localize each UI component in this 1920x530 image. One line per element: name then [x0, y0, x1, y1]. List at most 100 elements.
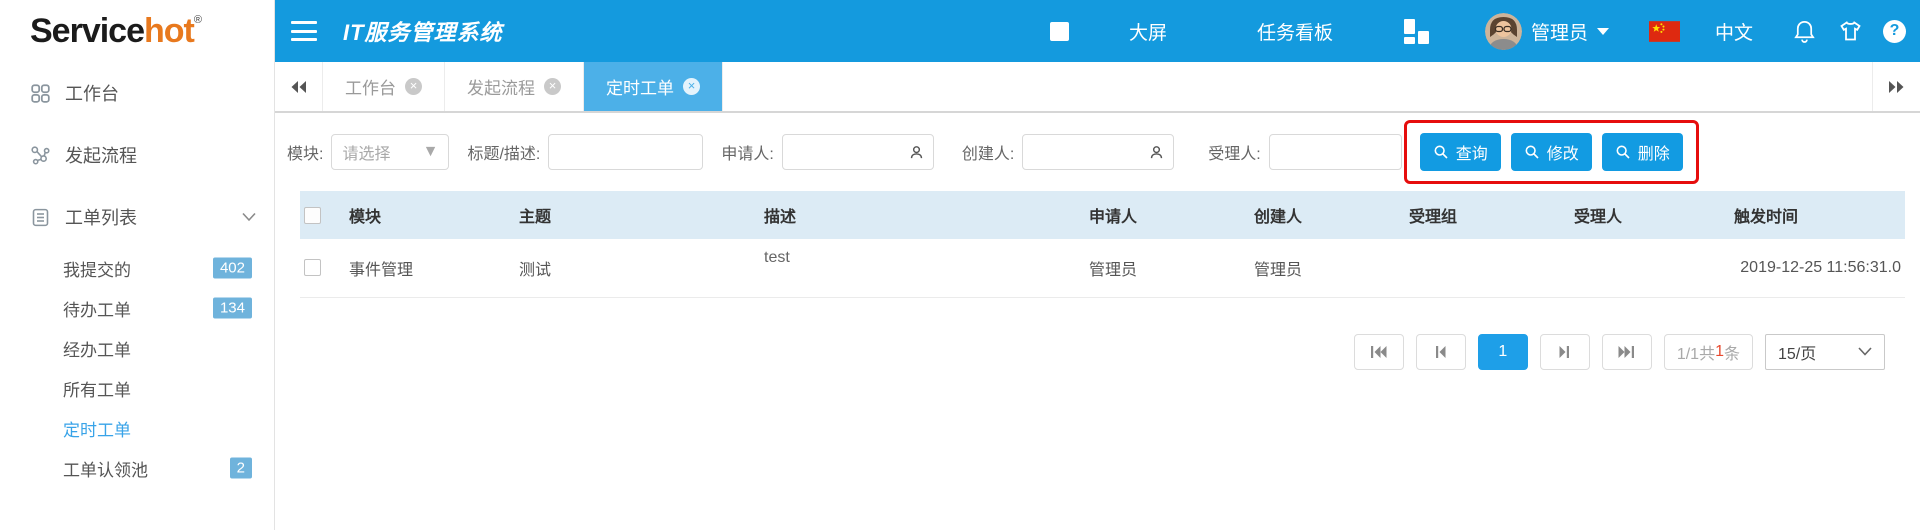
hamburger-menu-icon[interactable]	[291, 21, 317, 41]
cell-subject: 测试	[515, 239, 760, 297]
sidebar: Servicehot® 工作台 发起流程 工单列表 我提交的 402	[0, 0, 275, 530]
page-size-select[interactable]: 15/页	[1765, 334, 1885, 370]
sidebar-item-label: 经办工单	[63, 336, 131, 361]
first-page-button[interactable]	[1354, 334, 1404, 370]
app-root: Servicehot® 工作台 发起流程 工单列表 我提交的 402	[0, 0, 1920, 530]
user-menu[interactable]: 管理员	[1485, 13, 1609, 50]
sidebar-item-label: 所有工单	[63, 376, 131, 401]
delete-button[interactable]: 删除	[1602, 133, 1683, 171]
sidebar-item-label: 发起流程	[65, 142, 137, 168]
tab-label: 定时工单	[606, 74, 674, 99]
brand-logo-text: Servicehot®	[30, 12, 201, 51]
chevron-down-icon[interactable]	[242, 212, 256, 222]
help-icon[interactable]: ?	[1883, 20, 1906, 43]
shirt-icon[interactable]	[1838, 19, 1863, 43]
tab-scroll-left-icon[interactable]	[275, 62, 323, 111]
caret-down-icon	[1597, 28, 1609, 35]
creator-label: 创建人:	[962, 140, 1014, 164]
sidebar-item-label: 定时工单	[63, 416, 131, 441]
col-assignee: 受理人	[1570, 191, 1730, 239]
tab-scroll-right-icon[interactable]	[1872, 62, 1920, 111]
chevron-down-icon	[1858, 347, 1872, 356]
cell-description: test	[760, 239, 1085, 297]
top-header-bar: IT服务管理系统 大屏 任务看板 管理员 中文 ?	[275, 0, 1920, 62]
cell-module: 事件管理	[345, 239, 515, 297]
sidebar-item-handled-tickets[interactable]: 经办工单	[0, 328, 274, 368]
count-badge: 2	[230, 458, 252, 479]
last-page-icon	[1617, 344, 1636, 360]
sidebar-item-ticket-list[interactable]: 工单列表	[0, 186, 274, 248]
table-row[interactable]: 事件管理 测试 test 管理员 管理员 2019-12-25 11:56:31…	[300, 239, 1905, 297]
cell-applicant: 管理员	[1085, 239, 1250, 297]
red-annotation-box: 查询 修改 删除	[1404, 120, 1699, 184]
sidebar-item-label: 工单列表	[65, 204, 137, 230]
delete-button-label: 删除	[1638, 140, 1670, 164]
cell-group	[1405, 239, 1570, 297]
module-select[interactable]: 请选择 ▼	[331, 134, 449, 170]
last-page-button[interactable]	[1602, 334, 1652, 370]
close-icon[interactable]: ×	[544, 78, 561, 95]
sidebar-item-todo-tickets[interactable]: 待办工单 134	[0, 288, 274, 328]
applicant-input[interactable]	[782, 134, 934, 170]
magnifier-icon	[1433, 144, 1449, 160]
title-desc-input[interactable]	[548, 134, 703, 170]
app-title: IT服务管理系统	[343, 15, 503, 47]
assignee-label: 受理人:	[1208, 140, 1260, 164]
close-icon[interactable]: ×	[405, 78, 422, 95]
modify-button[interactable]: 修改	[1511, 133, 1592, 171]
select-all-checkbox[interactable]	[304, 207, 321, 224]
screen-icon[interactable]	[1050, 22, 1069, 41]
sidebar-submenu: 我提交的 402 待办工单 134 经办工单 所有工单 定时工单 工单认领池	[0, 248, 274, 488]
col-trigger-time: 触发时间	[1730, 191, 1905, 239]
ticket-table: 模块 主题 描述 申请人 创建人 受理组 受理人 触发时间 事件管理 测试	[300, 191, 1905, 298]
tab-label: 工作台	[345, 74, 396, 99]
close-icon[interactable]: ×	[683, 78, 700, 95]
username-label: 管理员	[1531, 18, 1588, 45]
col-subject: 主题	[515, 191, 760, 239]
brand-hot: hot	[144, 12, 194, 50]
main-area: IT服务管理系统 大屏 任务看板 管理员 中文 ?	[275, 0, 1920, 530]
brand-logo[interactable]: Servicehot®	[0, 0, 274, 62]
prev-page-button[interactable]	[1416, 334, 1466, 370]
sidebar-item-scheduled-tickets[interactable]: 定时工单	[0, 408, 274, 448]
tab-start-process[interactable]: 发起流程 ×	[445, 62, 584, 111]
sidebar-item-my-submitted[interactable]: 我提交的 402	[0, 248, 274, 288]
page-info-count: 1	[1715, 343, 1724, 361]
magnifier-icon	[1615, 144, 1631, 160]
sidebar-item-claim-pool[interactable]: 工单认领池 2	[0, 448, 274, 488]
sidebar-item-workbench[interactable]: 工作台	[0, 62, 274, 124]
sidebar-menu: 工作台 发起流程 工单列表 我提交的 402 待办工单 134	[0, 62, 274, 488]
prev-page-icon	[1433, 344, 1448, 360]
next-page-button[interactable]	[1540, 334, 1590, 370]
title-desc-label: 标题/描述:	[467, 140, 540, 164]
creator-input[interactable]	[1022, 134, 1174, 170]
avatar	[1485, 13, 1522, 50]
module-label: 模块:	[287, 140, 323, 164]
row-checkbox[interactable]	[304, 259, 321, 276]
col-creator: 创建人	[1250, 191, 1405, 239]
dashboard-grid-icon[interactable]	[1403, 18, 1430, 45]
page-number-button[interactable]: 1	[1478, 334, 1528, 370]
tab-scheduled-tickets[interactable]: 定时工单 ×	[584, 62, 723, 111]
col-description: 描述	[760, 191, 1085, 239]
language-switcher[interactable]: 中文	[1715, 18, 1753, 45]
search-button[interactable]: 查询	[1420, 133, 1501, 171]
task-board-link[interactable]: 任务看板	[1257, 18, 1333, 45]
col-module: 模块	[345, 191, 515, 239]
bell-icon[interactable]	[1793, 19, 1816, 44]
tab-label: 发起流程	[467, 74, 535, 99]
sidebar-item-all-tickets[interactable]: 所有工单	[0, 368, 274, 408]
sidebar-item-label: 工作台	[65, 80, 119, 106]
china-flag-icon[interactable]	[1649, 21, 1680, 42]
brand-service: Service	[30, 12, 144, 50]
sidebar-item-start-process[interactable]: 发起流程	[0, 124, 274, 186]
tab-bar: 工作台 × 发起流程 × 定时工单 ×	[275, 62, 1920, 113]
trademark-icon: ®	[194, 14, 201, 26]
assignee-input[interactable]	[1269, 134, 1402, 170]
tab-workbench[interactable]: 工作台 ×	[323, 62, 445, 111]
big-screen-link[interactable]: 大屏	[1129, 18, 1167, 45]
ticket-table-wrap: 模块 主题 描述 申请人 创建人 受理组 受理人 触发时间 事件管理 测试	[275, 191, 1920, 298]
sidebar-item-label: 我提交的	[63, 256, 131, 281]
cell-assignee	[1570, 239, 1730, 297]
pagination: 1 1/1共1条 15/页	[275, 334, 1920, 370]
